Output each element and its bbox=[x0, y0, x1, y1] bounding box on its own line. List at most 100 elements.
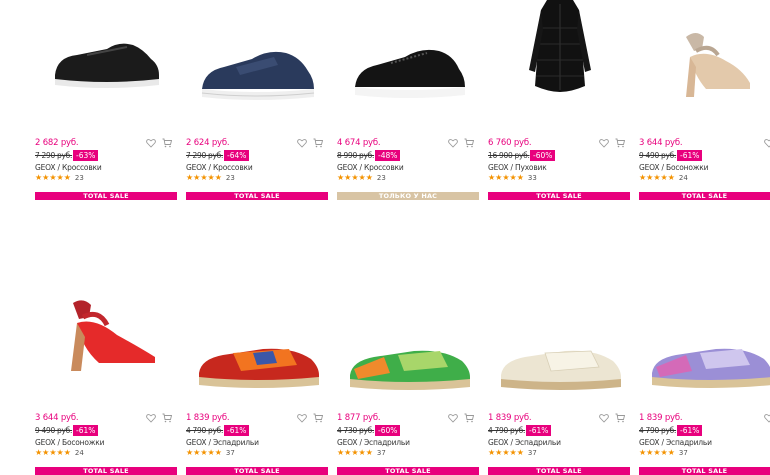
product-price: 1 839 руб. bbox=[186, 413, 230, 423]
rating-stars: ★★★★★ bbox=[639, 173, 675, 182]
brand-link[interactable]: GEOX bbox=[488, 163, 509, 172]
old-price: 7 290 руб. bbox=[186, 151, 224, 160]
sale-banner[interactable]: TOTAL SALE bbox=[639, 467, 770, 475]
rating-count: 37 bbox=[376, 449, 386, 457]
rating: ★★★★★ 37 bbox=[639, 448, 688, 458]
heart-icon[interactable] bbox=[146, 138, 156, 148]
brand-link[interactable]: GEOX bbox=[186, 438, 207, 447]
rating: ★★★★★ 37 bbox=[337, 448, 386, 458]
rating-count: 33 bbox=[527, 174, 537, 182]
category-link[interactable]: Босоножки bbox=[666, 163, 709, 172]
discount-badge: -61% bbox=[224, 425, 250, 436]
brand-category: GEOX / Босоножки bbox=[35, 438, 105, 447]
rating: ★★★★★ 23 bbox=[337, 173, 386, 183]
discount-badge: -61% bbox=[526, 425, 552, 436]
cart-icon[interactable] bbox=[615, 413, 626, 423]
old-price: 4 790 руб. bbox=[639, 426, 677, 435]
rating-stars: ★★★★★ bbox=[488, 173, 524, 182]
brand-category: GEOX / Кроссовки bbox=[35, 163, 102, 172]
heart-icon[interactable] bbox=[448, 413, 458, 423]
cart-icon[interactable] bbox=[615, 138, 626, 148]
rating: ★★★★★ 37 bbox=[488, 448, 537, 458]
sale-banner[interactable]: TOTAL SALE bbox=[488, 192, 630, 200]
product-price: 2 682 руб. bbox=[35, 138, 79, 148]
rating: ★★★★★ 24 bbox=[35, 449, 84, 458]
sale-banner[interactable]: TOTAL SALE bbox=[35, 467, 177, 475]
product-image[interactable] bbox=[639, 22, 770, 112]
rating-stars: ★★★★★ bbox=[488, 448, 524, 457]
rating-stars: ★★★★★ bbox=[337, 448, 373, 457]
heart-icon[interactable] bbox=[146, 413, 156, 423]
rating-count: 24 bbox=[74, 449, 84, 457]
heart-icon[interactable] bbox=[297, 413, 307, 423]
old-price: 9 490 руб. bbox=[35, 426, 73, 435]
category-link[interactable]: Кроссовки bbox=[213, 163, 253, 172]
category-link[interactable]: Босоножки bbox=[62, 438, 105, 447]
sale-banner[interactable]: TOTAL SALE bbox=[639, 192, 770, 200]
rating: ★★★★★ 23 bbox=[35, 174, 84, 183]
brand-link[interactable]: GEOX bbox=[35, 163, 56, 172]
sale-banner[interactable]: TOTAL SALE bbox=[337, 467, 479, 475]
rating-count: 23 bbox=[376, 174, 386, 182]
cart-icon[interactable] bbox=[313, 413, 324, 423]
brand-link[interactable]: GEOX bbox=[337, 438, 358, 447]
cart-icon[interactable] bbox=[464, 413, 475, 423]
cart-icon[interactable] bbox=[162, 138, 173, 148]
brand-link[interactable]: GEOX bbox=[488, 438, 509, 447]
product-grid: 2 682 руб. 7 290 руб. -63% GEOX / Кроссо… bbox=[0, 0, 770, 475]
sale-banner[interactable]: TOTAL SALE bbox=[35, 192, 177, 200]
discount-badge: -60% bbox=[530, 150, 556, 161]
brand-category: GEOX / Кроссовки bbox=[186, 163, 253, 172]
category-link[interactable]: Пуховик bbox=[515, 163, 547, 172]
heart-icon[interactable] bbox=[764, 413, 770, 423]
heart-icon[interactable] bbox=[599, 138, 609, 148]
product-image[interactable] bbox=[186, 330, 329, 400]
product-image[interactable] bbox=[337, 332, 480, 402]
brand-link[interactable]: GEOX bbox=[186, 163, 207, 172]
cart-icon[interactable] bbox=[313, 138, 324, 148]
heart-icon[interactable] bbox=[599, 413, 609, 423]
discount-badge: -64% bbox=[224, 150, 250, 161]
cart-icon[interactable] bbox=[464, 138, 475, 148]
old-price: 8 990 руб. bbox=[337, 151, 375, 160]
cart-icon[interactable] bbox=[162, 413, 173, 423]
sale-banner[interactable]: TOTAL SALE bbox=[488, 467, 630, 475]
discount-badge: -60% bbox=[375, 425, 401, 436]
brand-link[interactable]: GEOX bbox=[639, 438, 660, 447]
product-image[interactable] bbox=[337, 22, 480, 122]
product-price: 4 674 руб. bbox=[337, 138, 381, 148]
heart-icon[interactable] bbox=[297, 138, 307, 148]
rating-count: 37 bbox=[527, 449, 537, 457]
rating-stars: ★★★★★ bbox=[639, 448, 675, 457]
brand-category: GEOX / Босоножки bbox=[639, 163, 709, 172]
exclusive-banner[interactable]: ТОЛЬКО У НАС bbox=[337, 192, 479, 200]
category-link[interactable]: Эспадрильи bbox=[213, 438, 259, 447]
heart-icon[interactable] bbox=[764, 138, 770, 148]
sale-banner[interactable]: TOTAL SALE bbox=[186, 192, 328, 200]
category-link[interactable]: Кроссовки bbox=[62, 163, 102, 172]
product-image[interactable] bbox=[186, 22, 329, 122]
old-price: 4 790 руб. bbox=[488, 426, 526, 435]
product-price: 1 877 руб. bbox=[337, 413, 381, 423]
product-image[interactable] bbox=[639, 330, 770, 400]
rating-stars: ★★★★★ bbox=[186, 448, 222, 457]
category-link[interactable]: Эспадрильи bbox=[666, 438, 712, 447]
product-image[interactable] bbox=[488, 332, 631, 402]
product-image[interactable] bbox=[488, 0, 631, 100]
category-link[interactable]: Кроссовки bbox=[364, 163, 404, 172]
sale-banner[interactable]: TOTAL SALE bbox=[186, 467, 328, 475]
brand-link[interactable]: GEOX bbox=[639, 163, 660, 172]
brand-category: GEOX / Кроссовки bbox=[337, 163, 404, 172]
brand-category: GEOX / Эспадрильи bbox=[488, 438, 561, 447]
product-price: 3 644 руб. bbox=[639, 138, 683, 148]
category-link[interactable]: Эспадрильи bbox=[364, 438, 410, 447]
brand-link[interactable]: GEOX bbox=[337, 163, 358, 172]
discount-badge: -61% bbox=[677, 150, 703, 161]
product-image[interactable] bbox=[35, 15, 178, 115]
rating-stars: ★★★★★ bbox=[337, 173, 373, 182]
heart-icon[interactable] bbox=[448, 138, 458, 148]
product-image[interactable] bbox=[35, 290, 178, 380]
brand-link[interactable]: GEOX bbox=[35, 438, 56, 447]
category-link[interactable]: Эспадрильи bbox=[515, 438, 561, 447]
old-price: 9 490 руб. bbox=[639, 151, 677, 160]
